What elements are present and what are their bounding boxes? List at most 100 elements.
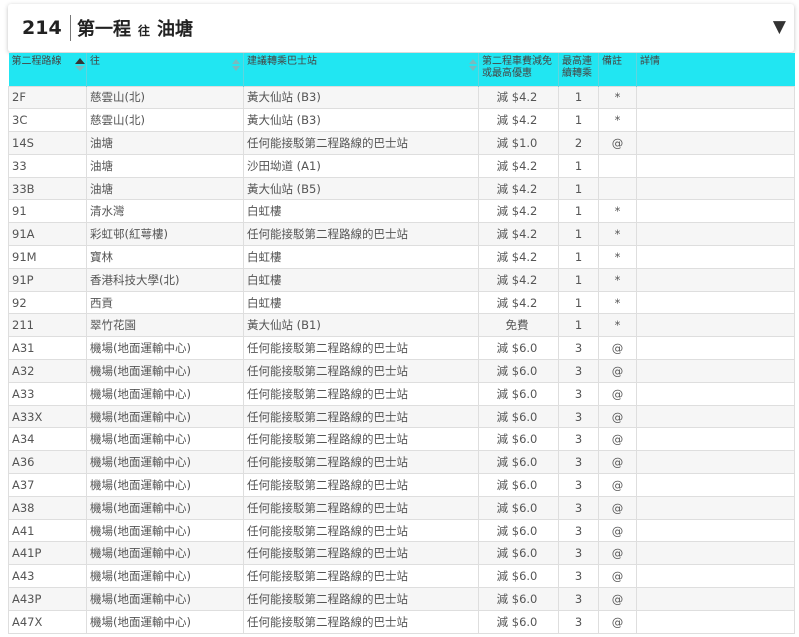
interchange-stop-cell: 白虹樓: [243, 199, 479, 224]
destination-cell: 機場(地面運輸中心): [86, 587, 244, 611]
table-row[interactable]: 14S 油塘 任何能接駁第二程路線的巴士站減 $1.0 2 @: [8, 131, 795, 155]
detail-cell: [636, 313, 795, 338]
max-transfers-cell: 3: [558, 564, 599, 589]
max-transfers-cell: 3: [558, 473, 599, 497]
max-transfers-cell: 3: [558, 336, 599, 361]
note-cell: @: [598, 404, 637, 429]
interchange-stop-cell: 任何能接駁第二程路線的巴士站: [243, 609, 479, 634]
table-row[interactable]: 33B 油塘 黃大仙站 (B5) 減 $4.2 1: [8, 176, 795, 201]
fare-discount-cell: 減 $4.2: [478, 222, 559, 247]
table-row[interactable]: 91 清水灣 白虹樓減 $4.2 1 *: [8, 199, 795, 224]
route-cell: 91: [8, 199, 87, 224]
col-header-note-label: 備註: [602, 56, 622, 67]
route-cell: A41: [8, 518, 87, 543]
table-row[interactable]: A41 機場(地面運輸中心) 任何能接駁第二程路線的巴士站減 $6.0 3 @: [8, 518, 795, 543]
interchange-stop-cell: 黃大仙站 (B3): [243, 85, 479, 110]
destination-label: 油塘: [157, 19, 194, 40]
table-row[interactable]: 33 油塘 沙田坳道 (A1) 減 $4.2 1: [8, 153, 795, 178]
table-row[interactable]: A31 機場(地面運輸中心) 任何能接駁第二程路線的巴士站減 $6.0 3 @: [8, 336, 795, 361]
detail-cell: [636, 381, 795, 406]
max-transfers-cell: 1: [558, 199, 599, 224]
route-cell: A43: [8, 564, 87, 589]
sort-icon[interactable]: [469, 59, 477, 71]
fare-discount-cell: 減 $4.2: [478, 199, 559, 224]
detail-cell: [636, 541, 795, 566]
table-row[interactable]: A47X 機場(地面運輸中心) 任何能接駁第二程路線的巴士站減 $6.0 3 @: [8, 609, 795, 634]
destination-cell: 油塘: [86, 131, 244, 155]
interchange-stop-cell: 任何能接駁第二程路線的巴士站: [243, 427, 479, 452]
note-cell: *: [598, 199, 637, 224]
max-transfers-cell: 1: [558, 222, 599, 247]
table-row[interactable]: A33X 機場(地面運輸中心) 任何能接駁第二程路線的巴士站減 $6.0 3 @: [8, 404, 795, 429]
max-transfers-cell: 1: [558, 313, 599, 338]
col-header-discount[interactable]: 第二程車費減免或最高優惠: [478, 53, 559, 86]
destination-cell: 機場(地面運輸中心): [86, 450, 244, 475]
route-cell: 91A: [8, 222, 87, 247]
table-row[interactable]: 2F 慈雲山(北) 黃大仙站 (B3) 減 $4.2 1 *: [8, 85, 795, 110]
table-row[interactable]: 92 西貢 白虹樓減 $4.2 1 *: [8, 290, 795, 315]
table-row[interactable]: A34 機場(地面運輸中心) 任何能接駁第二程路線的巴士站減 $6.0 3 @: [8, 427, 795, 452]
max-transfers-cell: 3: [558, 518, 599, 543]
max-transfers-cell: 3: [558, 609, 599, 634]
table-row[interactable]: A36 機場(地面運輸中心) 任何能接駁第二程路線的巴士站減 $6.0 3 @: [8, 450, 795, 475]
col-header-note[interactable]: 備註: [598, 53, 637, 86]
leg-title: 第一程: [77, 19, 131, 40]
col-header-to[interactable]: 往: [86, 53, 244, 86]
table-row[interactable]: 3C 慈雲山(北) 黃大仙站 (B3) 減 $4.2 1 *: [8, 108, 795, 133]
table-row[interactable]: A43P 機場(地面運輸中心) 任何能接駁第二程路線的巴士站減 $6.0 3 @: [8, 587, 795, 611]
direction-to-label: 往: [138, 23, 151, 38]
table-row[interactable]: A37 機場(地面運輸中心) 任何能接駁第二程路線的巴士站減 $6.0 3 @: [8, 473, 795, 497]
sort-icon[interactable]: [232, 59, 240, 71]
col-header-route-label: 第二程路線: [11, 56, 62, 67]
route-cell: A41P: [8, 541, 87, 566]
note-cell: [598, 153, 637, 178]
destination-cell: 寶林: [86, 245, 244, 269]
max-transfers-cell: 2: [558, 131, 599, 155]
detail-cell: [636, 427, 795, 452]
table-row[interactable]: 91A 彩虹邨(紅萼樓) 任何能接駁第二程路線的巴士站減 $4.2 1 *: [8, 222, 795, 247]
detail-cell: [636, 290, 795, 315]
fare-discount-cell: 減 $6.0: [478, 473, 559, 497]
detail-cell: [636, 199, 795, 224]
destination-cell: 香港科技大學(北): [86, 267, 244, 292]
destination-cell: 彩虹邨(紅萼樓): [86, 222, 244, 247]
route-cell: A38: [8, 495, 87, 520]
table-row[interactable]: 91P 香港科技大學(北) 白虹樓減 $4.2 1 *: [8, 267, 795, 292]
route-cell: 91P: [8, 267, 87, 292]
col-header-stop-label: 建議轉乘巴士站: [247, 56, 317, 67]
table-row[interactable]: A38 機場(地面運輸中心) 任何能接駁第二程路線的巴士站減 $6.0 3 @: [8, 495, 795, 520]
interchange-stop-cell: 任何能接駁第二程路線的巴士站: [243, 587, 479, 611]
col-header-discount-label: 第二程車費減免或最高優惠: [482, 56, 552, 79]
table-row[interactable]: A33 機場(地面運輸中心) 任何能接駁第二程路線的巴士站減 $6.0 3 @: [8, 381, 795, 406]
fare-discount-cell: 減 $6.0: [478, 336, 559, 361]
route-cell: A36: [8, 450, 87, 475]
interchange-stop-cell: 黃大仙站 (B5): [243, 176, 479, 201]
col-header-route[interactable]: 第二程路線: [8, 53, 87, 86]
table-row[interactable]: A43 機場(地面運輸中心) 任何能接駁第二程路線的巴士站減 $6.0 3 @: [8, 564, 795, 589]
caret-down-icon[interactable]: ▼: [773, 17, 786, 37]
interchange-stop-cell: 任何能接駁第二程路線的巴士站: [243, 541, 479, 566]
destination-cell: 機場(地面運輸中心): [86, 495, 244, 520]
route-cell: A34: [8, 427, 87, 452]
fare-discount-cell: 減 $6.0: [478, 359, 559, 383]
note-cell: @: [598, 541, 637, 566]
col-header-detail[interactable]: 詳情: [636, 53, 795, 86]
table-row[interactable]: 211 翠竹花園 黃大仙站 (B1) 免費 1 *: [8, 313, 795, 338]
col-header-stop[interactable]: 建議轉乘巴士站: [243, 53, 479, 86]
max-transfers-cell: 1: [558, 290, 599, 315]
note-cell: *: [598, 267, 637, 292]
fare-discount-cell: 減 $4.2: [478, 245, 559, 269]
table-row[interactable]: 91M 寶林 白虹樓減 $4.2 1 *: [8, 245, 795, 269]
max-transfers-cell: 3: [558, 450, 599, 475]
col-header-max-transfers[interactable]: 最高連續轉乘: [558, 53, 599, 86]
route-cell: 33: [8, 153, 87, 178]
sort-icon[interactable]: [74, 58, 85, 71]
table-row[interactable]: A41P 機場(地面運輸中心) 任何能接駁第二程路線的巴士站減 $6.0 3 @: [8, 541, 795, 566]
interchange-stop-cell: 白虹樓: [243, 245, 479, 269]
header-divider: [70, 15, 71, 41]
interchange-stop-cell: 黃大仙站 (B1): [243, 313, 479, 338]
table-row[interactable]: A32 機場(地面運輸中心) 任何能接駁第二程路線的巴士站減 $6.0 3 @: [8, 359, 795, 383]
fare-discount-cell: 減 $6.0: [478, 381, 559, 406]
interchange-stop-cell: 任何能接駁第二程路線的巴士站: [243, 222, 479, 247]
interchange-stop-cell: 任何能接駁第二程路線的巴士站: [243, 473, 479, 497]
